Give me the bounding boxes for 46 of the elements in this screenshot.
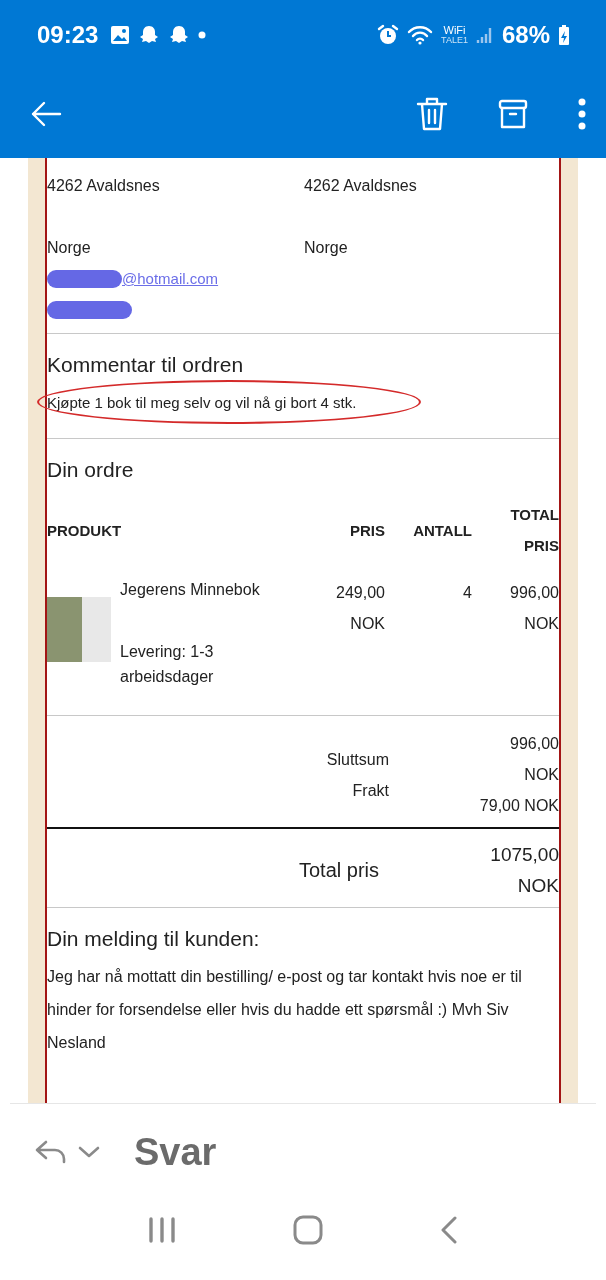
dot-icon [198,31,207,39]
column-header: PRIS [349,520,385,541]
address-line: 4262 Avaldsnes [304,176,418,196]
more-icon[interactable] [578,98,586,130]
home-icon[interactable] [293,1215,323,1245]
address-line: 4262 Avaldsnes [47,176,161,196]
order-comment: Kjøpte 1 bok til meg selv og vil nå gi bort 4 stk. [47,394,357,411]
message-text: Jeg har nå mottatt din bestilling/ e-post og tar kontakt hvis noe er til hinder for forsendelse eller hvis du hadde ett spørsmål :) Mvh Siv Nesland [47,967,523,1053]
total-label: Total pris [297,858,380,882]
recent-apps-icon[interactable] [148,1217,177,1243]
column-header: PRODUKT [47,520,123,541]
book-cover-image [47,597,111,662]
column-header: ANTALL [412,520,472,541]
trash-icon[interactable] [416,96,448,132]
delivery-time: Levering: 1-3 arbeidsdager [120,642,215,687]
address-line: Norge [47,238,92,258]
section-heading: Din melding til kunden: [47,926,261,952]
summary-value: 79,00 NOK [479,796,559,816]
section-heading: Din ordre [47,457,135,483]
section-heading: Kommentar til ordren [47,352,245,378]
network-label: TALE1 [441,36,468,45]
summary-label: Frakt [352,781,389,801]
wifi-label: WiFi [443,25,466,36]
alarm-icon [377,24,400,46]
column-header: TOTAL PRIS [509,505,559,556]
battery-percent: 68% [501,21,550,49]
image-icon [110,25,131,45]
reply-icon[interactable] [34,1139,68,1165]
total-value: 1075,00 NOK [489,843,559,898]
chevron-down-icon[interactable] [78,1145,100,1159]
price-cell-text: 249,00 NOK [335,583,385,634]
email-link[interactable]: @hotmail.com [122,270,219,287]
reply-button[interactable]: Svar [134,1130,217,1174]
clock-time: 09:23 [37,21,99,49]
wifi-icon [407,24,434,46]
back-arrow-icon[interactable] [30,100,62,128]
signal-icon [475,25,494,45]
summary-label: Sluttsum [326,750,389,770]
archive-icon[interactable] [498,98,528,130]
summary-value: 996,00 NOK [509,734,559,785]
address-line: Norge [304,238,349,258]
back-icon[interactable] [439,1216,458,1244]
quantity-cell-text: 4 [462,583,472,603]
total-cell-text: 996,00 NOK [509,583,559,634]
battery-charging-icon [558,24,570,46]
product-name: Jegerens Minnebok [120,580,260,600]
